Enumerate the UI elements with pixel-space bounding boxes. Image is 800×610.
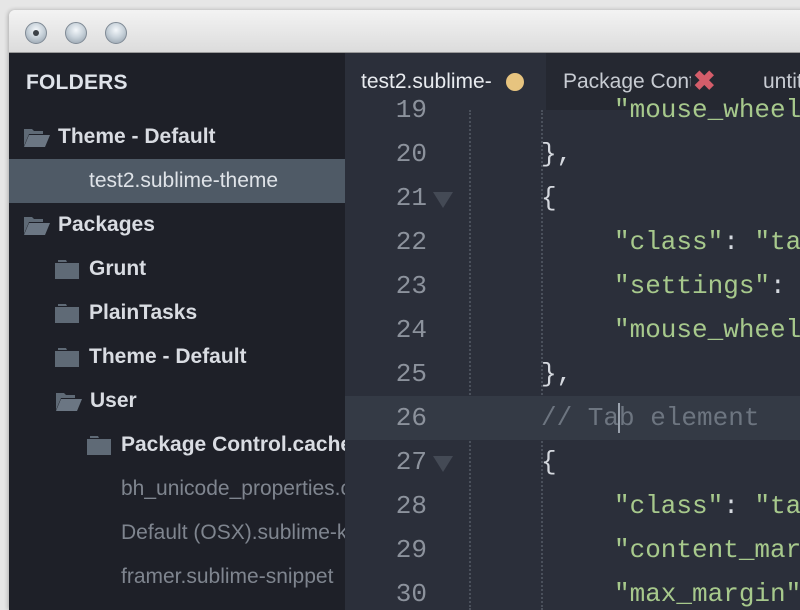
code-text: { bbox=[541, 183, 557, 213]
line-number: 29 bbox=[395, 535, 427, 565]
zoom-button[interactable] bbox=[105, 22, 127, 44]
sidebar-item[interactable]: PlainTasks bbox=[9, 291, 391, 335]
code-line[interactable]: 22 "class": "tabset_control" bbox=[345, 220, 800, 264]
punctuation-token: }, bbox=[541, 139, 573, 169]
sidebar-item-label: framer.sublime-snippet bbox=[121, 565, 334, 588]
string-token: "tab_control" bbox=[754, 491, 800, 521]
sidebar-item-label: Theme - Default bbox=[58, 125, 216, 148]
title-bar bbox=[9, 10, 800, 53]
code-text: }, bbox=[541, 359, 572, 389]
code-area[interactable]: 19 "mouse_wheel_switch" 20}, 21 {22 "class": … bbox=[345, 95, 800, 610]
code-text: "class": "tabset_control" bbox=[614, 227, 800, 257]
line-number: 23 bbox=[395, 271, 427, 301]
code-text: // Tab element bbox=[541, 402, 760, 434]
punctuation-token: }, bbox=[541, 359, 573, 389]
string-token: "class" bbox=[614, 491, 724, 521]
app-window: FOLDERS Theme - Default test2.sublime-the… bbox=[9, 10, 800, 610]
line-number: 28 bbox=[395, 491, 427, 521]
line-number: 30 bbox=[395, 579, 427, 609]
sidebar-item[interactable]: Theme - Default bbox=[9, 115, 359, 159]
comment-token: // Ta bbox=[541, 402, 620, 433]
code-line[interactable]: 27 { bbox=[345, 440, 800, 484]
punctuation-token: : bbox=[723, 491, 755, 521]
code-text: "settings": bbox=[614, 271, 800, 301]
code-line[interactable]: 26 // Tab element bbox=[345, 396, 800, 440]
sidebar-item-label: Theme - Default bbox=[89, 345, 247, 368]
code-line[interactable]: 23 "settings": bbox=[345, 264, 800, 308]
sidebar-title: FOLDERS bbox=[26, 71, 128, 94]
comment-token: b element bbox=[619, 402, 760, 433]
code-text: "class": "tab_control" bbox=[614, 491, 800, 521]
line-number: 22 bbox=[395, 227, 427, 257]
line-number: 24 bbox=[395, 315, 427, 345]
folder-icon bbox=[55, 346, 79, 368]
code-line[interactable]: 20}, bbox=[345, 132, 800, 176]
sidebar-item[interactable]: Theme - Default bbox=[9, 335, 391, 379]
punctuation-token: { bbox=[541, 447, 557, 477]
sidebar-item-label: test2.sublime-theme bbox=[89, 169, 279, 192]
punctuation-token: : bbox=[723, 227, 755, 257]
line-number: 19 bbox=[395, 95, 427, 125]
sidebar-item-label: User bbox=[90, 389, 137, 412]
code-line[interactable]: 29 "content_margin" bbox=[345, 528, 800, 572]
code-line[interactable]: 28 "class": "tab_control" bbox=[345, 484, 800, 528]
string-token: "class" bbox=[614, 227, 724, 257]
sidebar-item[interactable]: Packages bbox=[9, 203, 359, 247]
string-token: "content_margin" bbox=[614, 535, 800, 565]
line-number: 20 bbox=[395, 139, 427, 169]
code-line[interactable]: 21 { bbox=[345, 176, 800, 220]
punctuation-token: { bbox=[541, 183, 557, 213]
code-text: "mouse_wheel_switch" bbox=[614, 315, 800, 345]
folder-icon bbox=[55, 302, 79, 324]
code-line[interactable]: 30 "max_margin" bbox=[345, 572, 800, 610]
folder-icon bbox=[55, 258, 79, 280]
code-line[interactable]: 25}, bbox=[345, 352, 800, 396]
line-number: 21 bbox=[395, 183, 427, 213]
string-token: "max_margin" bbox=[614, 579, 800, 609]
line-number: 25 bbox=[395, 359, 427, 389]
code-text: "content_margin" bbox=[614, 535, 800, 565]
code-text: }, bbox=[541, 139, 572, 169]
code-text: "mouse_wheel_switch" bbox=[614, 95, 800, 125]
close-button[interactable] bbox=[25, 22, 47, 44]
line-number: 27 bbox=[395, 447, 427, 477]
string-token: "settings" bbox=[614, 271, 771, 301]
string-token: "mouse_wheel_switch" bbox=[614, 315, 800, 345]
editor-pane: test2.sublime-theme Package Control.subl… bbox=[345, 53, 800, 610]
sidebar: FOLDERS Theme - Default test2.sublime-the… bbox=[9, 53, 425, 610]
string-token: "tabset_control" bbox=[754, 227, 800, 257]
sidebar-item-label: Package Control.cache bbox=[121, 433, 353, 456]
sidebar-item-label: Grunt bbox=[89, 257, 147, 280]
folder-open-icon bbox=[55, 390, 83, 412]
code-text: "max_margin" bbox=[614, 579, 800, 609]
line-number: 26 bbox=[395, 403, 427, 433]
sidebar-item-label: PlainTasks bbox=[89, 301, 198, 324]
string-token: "mouse_wheel_switch" bbox=[614, 95, 800, 125]
code-line[interactable]: 24 "mouse_wheel_switch" bbox=[345, 308, 800, 352]
minimize-button[interactable] bbox=[65, 22, 87, 44]
folder-open-icon bbox=[23, 126, 51, 148]
code-text: { bbox=[541, 447, 557, 477]
sidebar-item[interactable]: User bbox=[9, 379, 391, 423]
fold-arrow-icon[interactable] bbox=[433, 192, 453, 208]
code-line[interactable]: 19 "mouse_wheel_switch" bbox=[345, 88, 800, 132]
fold-arrow-icon[interactable] bbox=[433, 456, 453, 472]
folder-open-icon bbox=[23, 214, 51, 236]
sidebar-item-label: Packages bbox=[58, 213, 155, 236]
folder-icon bbox=[87, 434, 111, 456]
sidebar-item[interactable]: Grunt bbox=[9, 247, 391, 291]
punctuation-token: : bbox=[770, 271, 800, 301]
